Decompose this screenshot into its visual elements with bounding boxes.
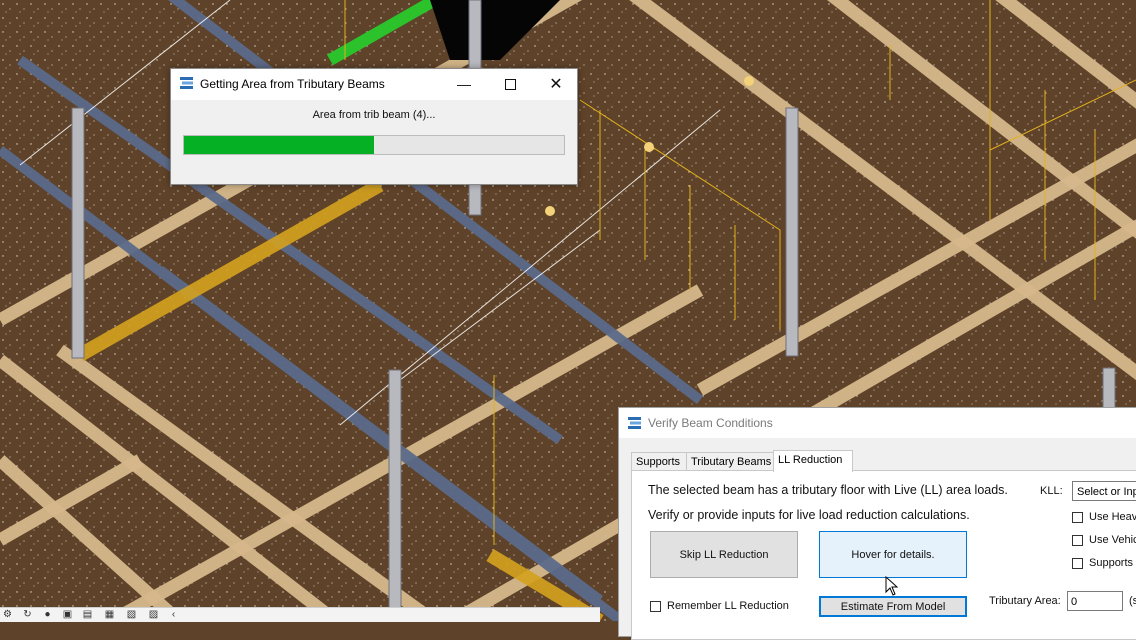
checkbox-box[interactable] [650, 600, 661, 612]
progress-bar-fill [184, 136, 374, 154]
remember-ll-reduction-label: Remember LL Reduction [667, 600, 789, 612]
supports-checkbox[interactable]: Supports 2 [1072, 557, 1136, 569]
app-logo-icon [179, 76, 195, 90]
bottom-toolbar: ⚙ ↻ ● ▣ ▤ ▦ ▧ ▨ ‹ [0, 607, 600, 622]
mouse-cursor-icon [885, 576, 899, 596]
kll-select[interactable]: Select or Inpu [1072, 481, 1136, 501]
checkbox-box[interactable] [1072, 534, 1083, 546]
progress-titlebar[interactable]: Getting Area from Tributary Beams — ✕ [171, 69, 577, 100]
maximize-button[interactable] [487, 69, 533, 99]
toolbar-tool-icon[interactable]: ▨ [148, 609, 159, 620]
use-heavy-checkbox[interactable]: Use Heav [1072, 511, 1136, 523]
verify-titlebar[interactable]: Verify Beam Conditions [619, 408, 1136, 438]
tributary-area-input[interactable]: 0 [1067, 591, 1123, 611]
progress-status-text: Area from trib beam (4)... [312, 109, 436, 121]
tributary-area-label: Tributary Area: [989, 595, 1061, 607]
progress-dialog-title: Getting Area from Tributary Beams [200, 77, 385, 91]
chevron-left-icon[interactable]: ‹ [168, 609, 179, 620]
close-button[interactable]: ✕ [533, 69, 579, 99]
tributary-area-unit: (s [1129, 595, 1136, 607]
checkbox-box[interactable] [1072, 557, 1083, 569]
minimize-button[interactable]: — [441, 69, 487, 99]
minimize-icon: — [457, 76, 471, 92]
kll-label: KLL: [1040, 485, 1063, 497]
use-heavy-label: Use Heav [1089, 511, 1136, 523]
toolbar-tool-icon[interactable]: ⚙ [2, 609, 13, 620]
supports-label: Supports 2 [1089, 557, 1136, 569]
toolbar-tool-icon[interactable]: ▤ [82, 609, 93, 620]
toolbar-tool-icon[interactable]: ↻ [22, 609, 33, 620]
toolbar-tool-icon[interactable]: ▦ [104, 609, 115, 620]
use-vehicle-checkbox[interactable]: Use Vehic [1072, 534, 1136, 546]
estimate-from-model-button[interactable]: Estimate From Model [819, 596, 967, 617]
app-logo-icon [627, 416, 643, 430]
progress-bar [183, 135, 565, 155]
verify-beam-dialog: Verify Beam Conditions Supports Tributar… [618, 407, 1136, 640]
ll-reduction-panel: The selected beam has a tributary floor … [631, 470, 1136, 640]
panel-message-line1: The selected beam has a tributary floor … [648, 483, 1008, 497]
close-icon: ✕ [549, 76, 563, 93]
toolbar-tool-icon[interactable]: ● [42, 609, 53, 620]
use-vehicle-label: Use Vehic [1089, 534, 1136, 546]
checkbox-box[interactable] [1072, 511, 1083, 523]
hover-details-button[interactable]: Hover for details. [819, 531, 967, 578]
remember-ll-reduction-checkbox[interactable]: Remember LL Reduction [650, 600, 789, 612]
tab-supports[interactable]: Supports [631, 452, 687, 471]
progress-dialog: Getting Area from Tributary Beams — ✕ Ar… [170, 68, 578, 185]
verify-dialog-title: Verify Beam Conditions [648, 416, 773, 430]
panel-message-line2: Verify or provide inputs for live load r… [648, 508, 970, 522]
skip-ll-reduction-button[interactable]: Skip LL Reduction [650, 531, 798, 578]
maximize-icon [504, 78, 516, 90]
tab-ll-reduction[interactable]: LL Reduction [773, 450, 853, 472]
toolbar-tool-icon[interactable]: ▧ [126, 609, 137, 620]
tab-tributary-beams[interactable]: Tributary Beams [686, 452, 774, 471]
toolbar-tool-icon[interactable]: ▣ [62, 609, 73, 620]
